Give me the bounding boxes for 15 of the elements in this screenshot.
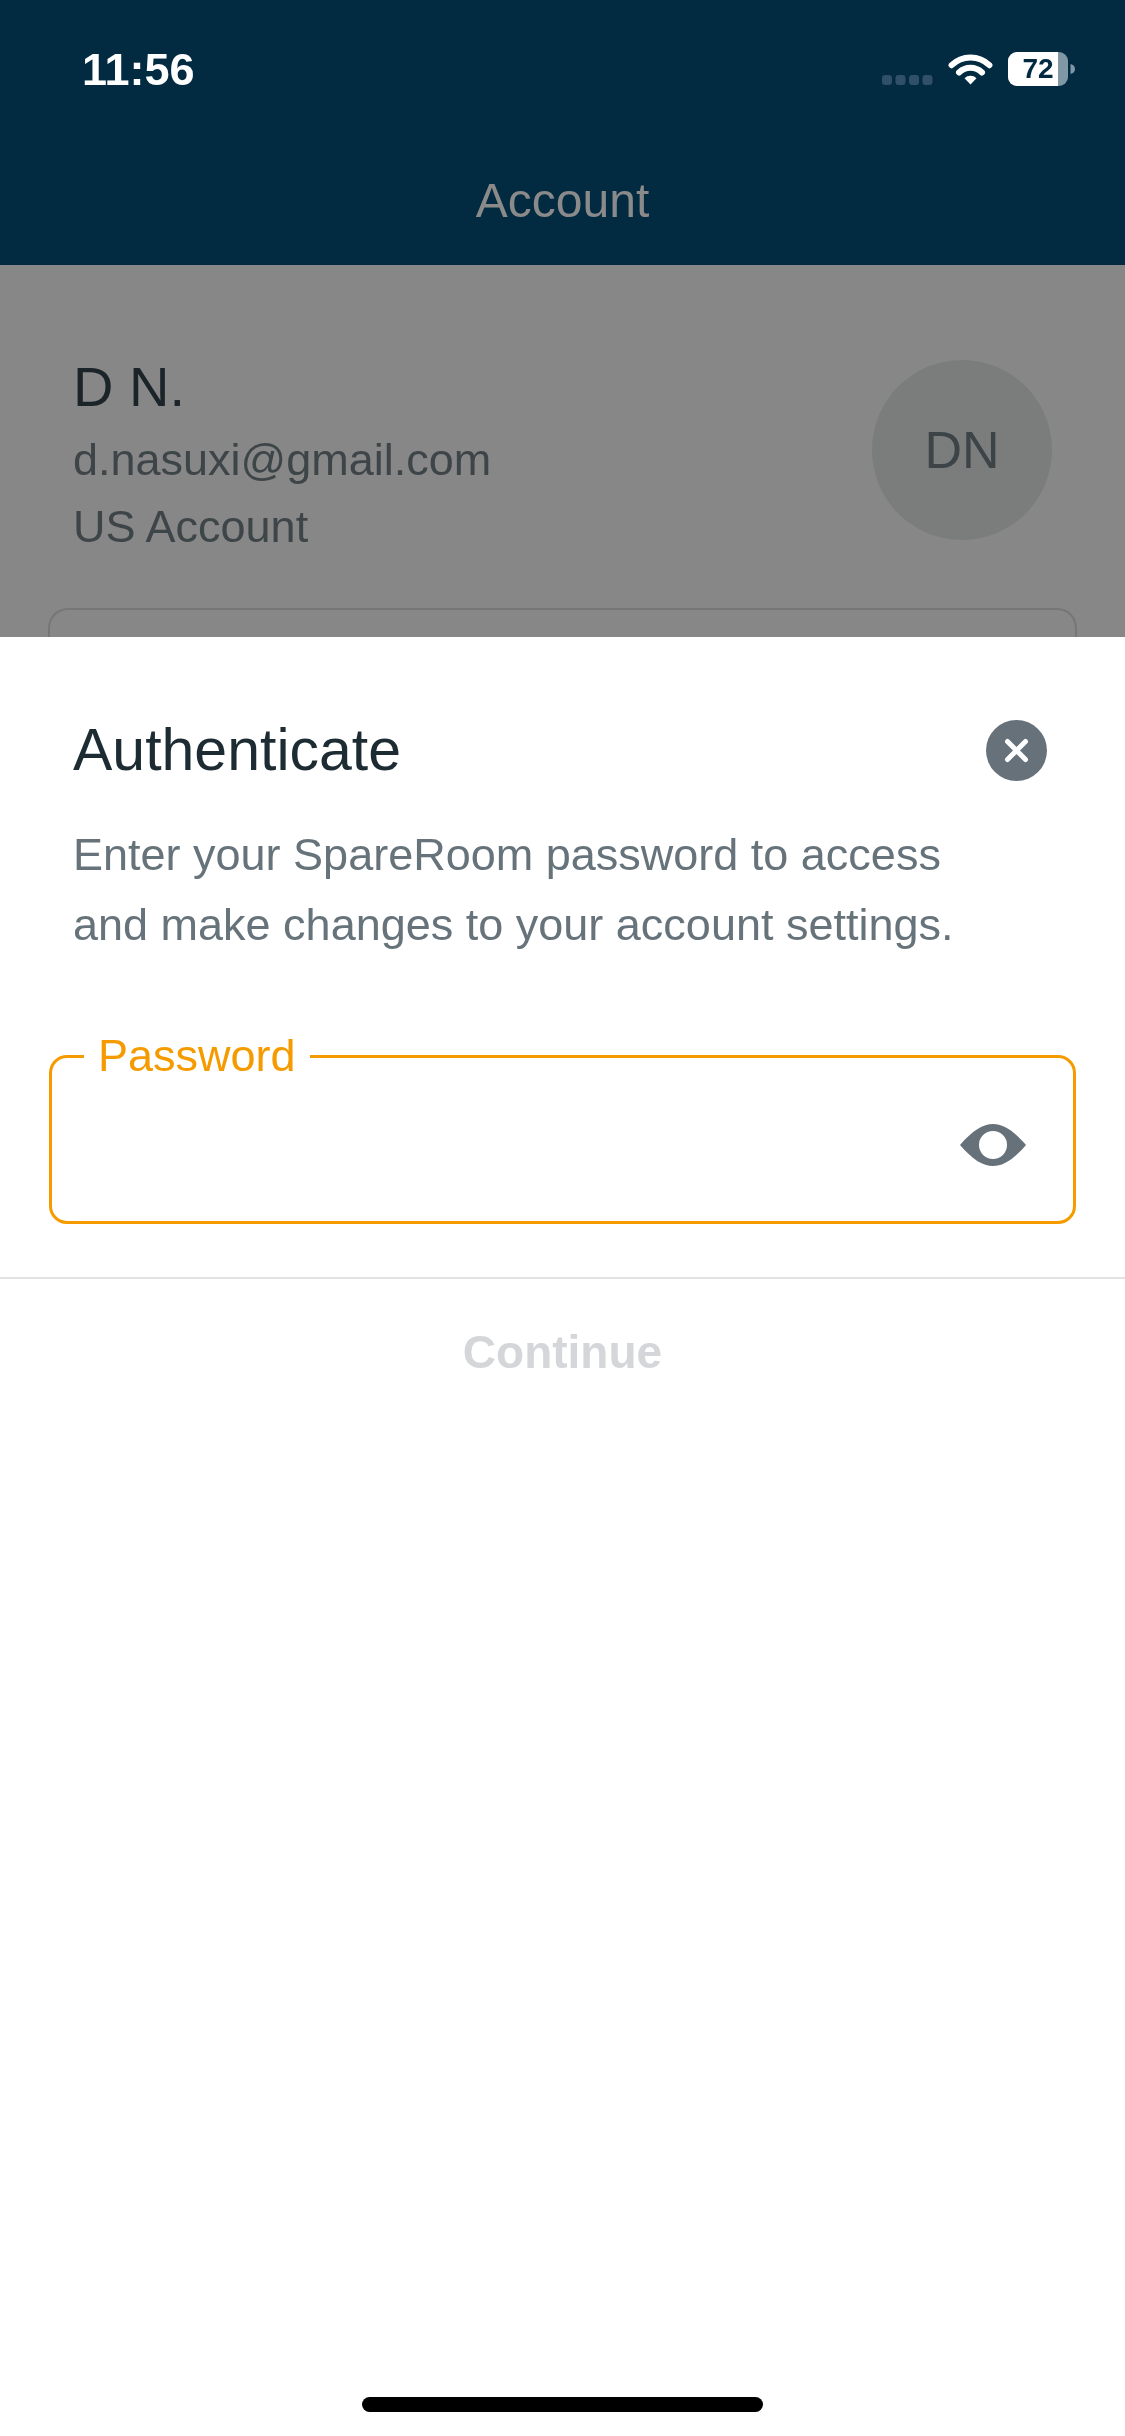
status-time: 11:56 <box>82 46 195 92</box>
profile-name: D N. <box>73 354 185 420</box>
header-title: Account <box>475 176 650 225</box>
profile-email: d.nasuxi@gmail.com <box>73 433 492 487</box>
close-button[interactable] <box>986 719 1047 781</box>
eye-icon[interactable] <box>960 1124 1026 1166</box>
battery-percentage: 72 <box>1022 55 1054 83</box>
sheet-title: Authenticate <box>73 716 401 785</box>
close-icon <box>986 719 1047 781</box>
avatar: DN <box>872 360 1052 540</box>
account-type: US Account <box>73 500 309 554</box>
sheet-description: Enter your SpareRoom password to access and make changes to your account settings. <box>73 828 955 952</box>
signal-icon <box>882 75 933 85</box>
wifi-icon <box>948 53 993 85</box>
battery-icon <box>1008 52 1075 86</box>
